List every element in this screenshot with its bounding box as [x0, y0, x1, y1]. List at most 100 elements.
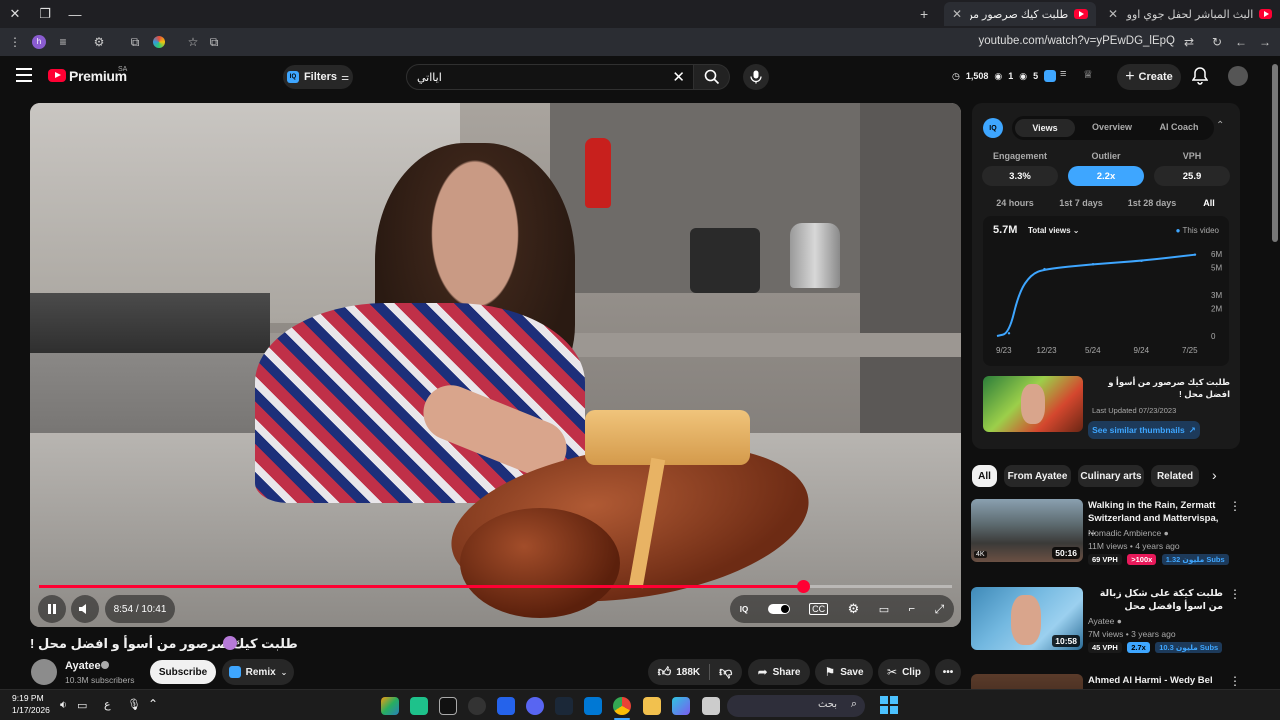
microphone-icon[interactable]: 🎙︎: [127, 698, 141, 711]
clear-search-icon[interactable]: ✕: [672, 68, 685, 86]
video-thumbnail[interactable]: 4K 50:16: [971, 499, 1083, 562]
color-extension-icon[interactable]: [150, 33, 168, 51]
trophy-icon[interactable]: ♕: [1083, 68, 1093, 81]
range-7d[interactable]: 1st 7 days: [1054, 198, 1108, 208]
chip-related[interactable]: Related: [1151, 465, 1199, 487]
discord-icon[interactable]: [526, 697, 544, 715]
network-icon[interactable]: ▭: [77, 699, 87, 712]
more-options-icon[interactable]: ⋮: [1229, 674, 1241, 688]
filters-button[interactable]: IQ Filters ⚌: [283, 65, 353, 89]
copilot-icon[interactable]: [672, 697, 690, 715]
back-icon[interactable]: ←: [1232, 33, 1250, 51]
url-text[interactable]: youtube.com/watch?v=yPEwDG_lEpQ: [978, 35, 1175, 47]
task-view-icon[interactable]: [702, 697, 720, 715]
site-settings-icon[interactable]: ⇄: [1180, 33, 1198, 51]
thumbs-down-icon[interactable]: 👎︎: [719, 664, 732, 680]
settings-gear-icon[interactable]: ⚙: [848, 601, 860, 617]
app-blue-icon[interactable]: [497, 697, 515, 715]
tab-inactive[interactable]: البث المباشر لحفل جوي اووردز ٦ ✕: [1100, 2, 1280, 26]
rec-title[interactable]: طلبت كيكة على شكل زبالة من اسوأ وافضل مح…: [1088, 587, 1223, 613]
close-tab-icon[interactable]: ✕: [1108, 7, 1118, 21]
tab-ai-coach[interactable]: AI Coach: [1147, 122, 1211, 132]
voice-search-button[interactable]: [743, 64, 769, 90]
iq-extension-icon[interactable]: [1044, 70, 1056, 82]
channel-name[interactable]: Ayatee: [65, 660, 101, 672]
like-count[interactable]: 188K: [676, 667, 700, 678]
tab-views[interactable]: Views: [1015, 119, 1075, 137]
chip-all[interactable]: All: [972, 465, 997, 487]
thumbs-up-icon[interactable]: 👍︎: [658, 664, 672, 680]
list-item[interactable]: Ahmed Al Harmi - Wedy Bel ⋮: [971, 674, 1241, 689]
github-icon[interactable]: [468, 697, 486, 715]
davinci-icon[interactable]: [381, 697, 399, 715]
clock-time[interactable]: 9:19 PM: [12, 693, 44, 703]
volume-button[interactable]: [71, 595, 99, 623]
search-button[interactable]: [694, 64, 730, 90]
more-actions-button[interactable]: •••: [935, 659, 961, 685]
minimize-window-button[interactable]: —: [60, 0, 90, 28]
vph-value[interactable]: 25.9: [1154, 166, 1230, 186]
range-all[interactable]: All: [1196, 198, 1222, 208]
chips-next-chevron-icon[interactable]: ›: [1212, 467, 1217, 483]
forward-icon[interactable]: →: [1256, 33, 1274, 51]
notifications-bell-icon[interactable]: [1191, 67, 1209, 90]
taskbar-search[interactable]: بحث ⌕: [727, 695, 865, 717]
pause-button[interactable]: [38, 595, 66, 623]
list-item[interactable]: 4K 50:16 Walking in the Rain, Zermatt Sw…: [971, 499, 1241, 565]
cast-icon[interactable]: ⌐: [909, 603, 915, 615]
fullscreen-icon[interactable]: ⤢: [935, 602, 945, 617]
clock-date[interactable]: 1/17/2026: [12, 705, 50, 715]
save-button[interactable]: ⚑ Save: [815, 659, 873, 685]
hamburger-menu-icon[interactable]: [16, 68, 32, 82]
search-input[interactable]: ايااتي ✕: [406, 64, 694, 90]
similar-thumbnails-button[interactable]: See similar thumbnails ↗: [1088, 421, 1200, 439]
avatar[interactable]: [1228, 66, 1248, 86]
subscribe-button[interactable]: Subscribe: [150, 660, 216, 684]
app-green-icon[interactable]: [410, 697, 428, 715]
iq-player-icon[interactable]: IQ: [740, 605, 748, 614]
chrome-icon[interactable]: [613, 697, 631, 715]
outlier-value[interactable]: 2.2x: [1068, 166, 1144, 186]
restore-window-button[interactable]: ❐: [30, 0, 60, 28]
range-28d[interactable]: 1st 28 days: [1122, 198, 1182, 208]
remix-button[interactable]: Remix ⌄: [222, 659, 294, 685]
tray-chevron-icon[interactable]: ⌃: [148, 697, 158, 711]
more-options-icon[interactable]: ⋮: [1229, 499, 1241, 513]
profile-icon[interactable]: h: [30, 33, 48, 51]
tab-overview[interactable]: Overview: [1082, 122, 1142, 132]
puzzle-icon[interactable]: ⚙: [90, 33, 108, 51]
video-thumbnail[interactable]: 10:58: [971, 587, 1083, 650]
reload-icon[interactable]: ↻: [1208, 33, 1226, 51]
thumbnail-preview[interactable]: [983, 376, 1083, 432]
share-page-icon[interactable]: ⧉: [126, 33, 144, 51]
tab-active[interactable]: طلبت كيك صرصور من أسوأ و ✕: [944, 2, 1096, 26]
engagement-value[interactable]: 3.3%: [982, 166, 1058, 186]
miniplayer-icon[interactable]: ▭: [879, 603, 889, 616]
channel-avatar[interactable]: [31, 659, 57, 685]
more-options-icon[interactable]: ⋮: [1229, 587, 1241, 601]
list-icon[interactable]: ≡: [1060, 68, 1066, 80]
windows-start-icon[interactable]: [880, 696, 898, 714]
file-explorer-icon[interactable]: [643, 697, 661, 715]
create-button[interactable]: + Create: [1117, 64, 1181, 90]
collapse-chevron-icon[interactable]: ⌃: [1216, 120, 1224, 131]
range-24h[interactable]: 24 hours: [990, 198, 1040, 208]
close-window-button[interactable]: ✕: [0, 0, 30, 28]
bookmark-star-icon[interactable]: ☆: [184, 33, 202, 51]
input-language[interactable]: ع: [104, 698, 111, 711]
video-thumbnail[interactable]: [971, 674, 1083, 689]
captions-icon[interactable]: CC: [809, 603, 829, 615]
capcut-icon[interactable]: [439, 697, 457, 715]
chip-culinary-arts[interactable]: Culinary arts: [1078, 465, 1144, 487]
close-tab-icon[interactable]: ✕: [952, 7, 962, 21]
youtube-logo-icon[interactable]: [48, 69, 66, 82]
scrollbar-thumb[interactable]: [1272, 64, 1278, 242]
share-button[interactable]: ➦ Share: [748, 659, 810, 685]
list-item[interactable]: 10:58 طلبت كيكة على شكل زبالة من اسوأ وا…: [971, 587, 1241, 653]
clip-button[interactable]: ✂ Clip: [878, 659, 930, 685]
autoplay-toggle[interactable]: [767, 604, 790, 614]
extension-icon[interactable]: ≡: [54, 33, 72, 51]
menu-dots-icon[interactable]: ⋮: [6, 33, 24, 51]
install-app-icon[interactable]: ⧉: [205, 33, 223, 51]
speaker-icon[interactable]: 🔉︎: [60, 699, 67, 712]
